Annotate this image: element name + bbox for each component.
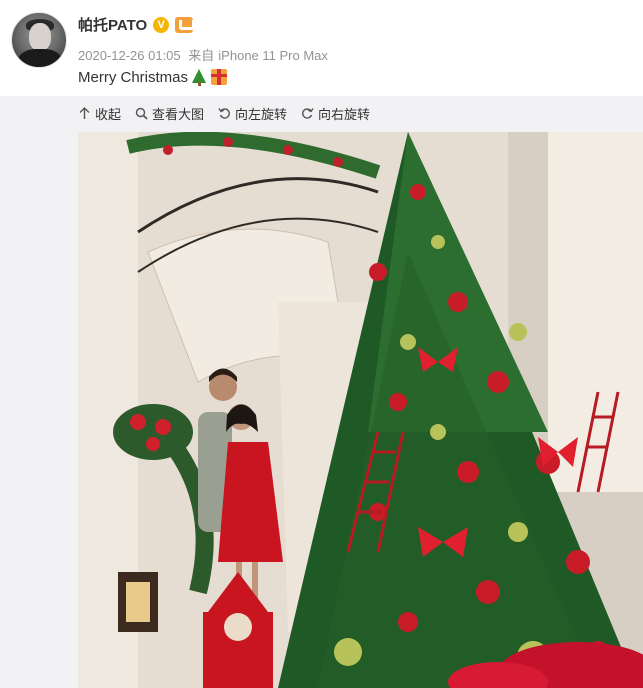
collapse-label: 收起 — [95, 106, 122, 122]
rotate-left-button[interactable]: 向左旋转 — [218, 104, 287, 123]
gift-icon — [211, 69, 228, 85]
rotate-right-button[interactable]: 向右旋转 — [301, 104, 370, 123]
post-text: Merry Christmas — [78, 68, 228, 86]
user-name[interactable]: 帕托PATO — [78, 14, 147, 35]
avatar-body — [18, 49, 62, 67]
rotate-left-label: 向左旋转 — [235, 106, 288, 122]
verified-icon: V — [153, 16, 170, 33]
post-header: 帕托PATO V 2020-12-26 01:05 来自 iPhone 11 Pr… — [0, 0, 643, 96]
post-photo[interactable] — [78, 132, 643, 688]
search-icon — [135, 107, 148, 120]
avatar[interactable] — [11, 12, 67, 68]
view-large-label: 查看大图 — [152, 106, 205, 122]
name-row: 帕托PATO V — [78, 14, 196, 35]
view-large-button[interactable]: 查看大图 — [135, 104, 204, 123]
collapse-button[interactable]: 收起 — [78, 104, 121, 123]
christmas-tree-icon — [192, 68, 207, 86]
rotate-left-icon — [218, 107, 230, 119]
rotate-right-label: 向右旋转 — [318, 106, 371, 122]
avatar-face — [29, 23, 51, 51]
source-device: iPhone 11 Pro Max — [218, 48, 328, 63]
post-text-content: Merry Christmas — [78, 68, 189, 86]
member-icon[interactable] — [175, 16, 196, 33]
media-toolbar: 收起 查看大图 向左旋转 向右旋转 — [78, 102, 384, 124]
rotate-right-icon — [302, 107, 314, 119]
christmas-photo-illustration — [78, 132, 643, 688]
arrow-up-icon — [79, 106, 90, 119]
post-meta: 2020-12-26 01:05 来自 iPhone 11 Pro Max — [78, 45, 332, 64]
media-panel: 收起 查看大图 向左旋转 向右旋转 — [0, 96, 643, 688]
source-prefix: 来自 — [188, 48, 215, 63]
post-timestamp[interactable]: 2020-12-26 01:05 — [78, 48, 181, 63]
